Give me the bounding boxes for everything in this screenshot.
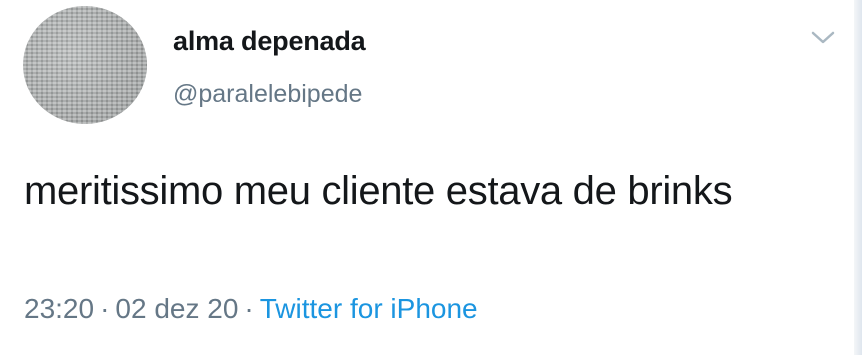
- tweet-metadata: 23:20 · 02 dez 20 · Twitter for iPhone: [24, 293, 478, 325]
- tweet-text: meritissimo meu cliente estava de brinks: [24, 169, 733, 213]
- tweet-source-link[interactable]: Twitter for iPhone: [260, 293, 478, 324]
- separator: ·: [244, 293, 254, 324]
- tweet-card: alma depenada @paralelebipede meritissim…: [0, 0, 862, 355]
- user-handle[interactable]: @paralelebipede: [173, 80, 362, 109]
- tweet-time[interactable]: 23:20: [24, 293, 94, 324]
- page-edge: [854, 0, 862, 355]
- chevron-down-icon[interactable]: [809, 28, 837, 48]
- tweet-date[interactable]: 02 dez 20: [115, 293, 238, 324]
- display-name[interactable]: alma depenada: [173, 26, 366, 57]
- separator: ·: [100, 293, 110, 324]
- avatar[interactable]: [23, 6, 147, 124]
